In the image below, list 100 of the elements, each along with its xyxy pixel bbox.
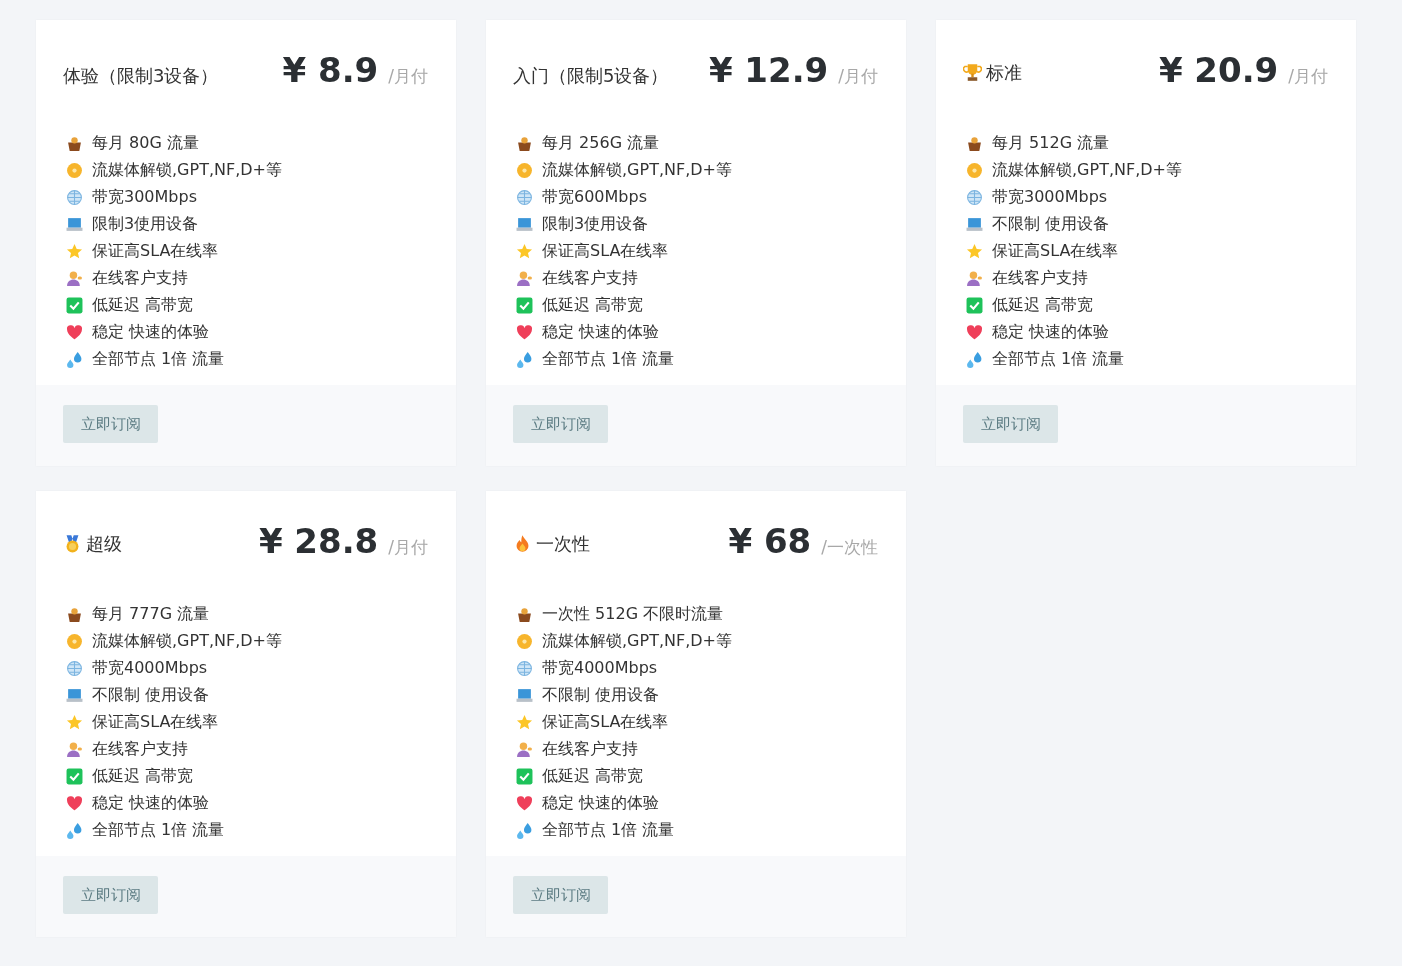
plan-title: 标准 [986,60,1022,85]
person-icon [516,741,533,758]
star-icon [66,714,83,731]
plan-title: 超级 [86,531,122,556]
feature-text: 稳定 快速的体验 [542,322,660,343]
laptop-icon [966,216,983,233]
disc-icon [516,162,533,179]
water-drops-icon [66,822,83,839]
laptop-icon [66,687,83,704]
disc-icon [516,633,533,650]
plan-title: 入门（限制5设备） [513,64,669,88]
basket-icon [516,135,533,152]
check-icon [516,297,533,314]
plan-title: 一次性 [536,531,590,556]
heart-icon [66,795,83,812]
basket-icon [516,606,533,623]
check-icon [66,768,83,785]
check-icon [66,297,83,314]
subscribe-button[interactable]: 立即订阅 [513,405,608,443]
feature-text: 不限制 使用设备 [542,685,660,706]
plan-title: 体验（限制3设备） [63,64,219,88]
feature-text: 流媒体解锁,GPT,NF,D+等 [542,631,732,652]
laptop-icon [516,687,533,704]
feature-text: 低延迟 高带宽 [92,766,194,787]
feature-text: 不限制 使用设备 [92,685,210,706]
feature-text: 全部节点 1倍 流量 [992,349,1125,370]
check-icon [966,297,983,314]
feature-text: 在线客户支持 [542,268,638,289]
plan-price: ¥ 20.9 [1158,50,1279,90]
star-icon [516,714,533,731]
feature-text: 低延迟 高带宽 [992,295,1094,316]
feature-text: 带宽3000Mbps [992,187,1108,208]
feature-text: 带宽4000Mbps [92,658,208,679]
feature-text: 在线客户支持 [542,739,638,760]
feature-text: 保证高SLA在线率 [542,241,669,262]
feature-text: 流媒体解锁,GPT,NF,D+等 [992,160,1182,181]
billing-period: /月付 [388,536,428,559]
water-drops-icon [516,351,533,368]
feature-text: 稳定 快速的体验 [542,793,660,814]
person-icon [966,270,983,287]
heart-icon [66,324,83,341]
subscribe-button[interactable]: 立即订阅 [963,405,1058,443]
feature-text: 保证高SLA在线率 [992,241,1119,262]
subscribe-button[interactable]: 立即订阅 [63,405,158,443]
water-drops-icon [516,822,533,839]
plan-price: ¥ 12.9 [708,50,829,90]
feature-text: 带宽300Mbps [92,187,197,208]
globe-icon [966,189,983,206]
feature-text: 在线客户支持 [92,739,188,760]
billing-period: /月付 [1288,65,1328,88]
feature-text: 不限制 使用设备 [992,214,1110,235]
feature-text: 带宽600Mbps [542,187,647,208]
feature-text: 保证高SLA在线率 [92,712,219,733]
laptop-icon [66,216,83,233]
laptop-icon [516,216,533,233]
billing-period: /月付 [838,65,878,88]
disc-icon [66,633,83,650]
star-icon [66,243,83,260]
billing-period: /一次性 [821,536,878,559]
water-drops-icon [966,351,983,368]
feature-text: 低延迟 高带宽 [542,295,644,316]
star-icon [516,243,533,260]
globe-icon [66,660,83,677]
feature-text: 限制3使用设备 [92,214,199,235]
disc-icon [66,162,83,179]
feature-text: 一次性 512G 不限时流量 [542,604,724,625]
feature-text: 全部节点 1倍 流量 [542,349,675,370]
feature-text: 每月 80G 流量 [92,133,199,154]
heart-icon [516,324,533,341]
star-icon [966,243,983,260]
feature-text: 流媒体解锁,GPT,NF,D+等 [542,160,732,181]
person-icon [66,741,83,758]
feature-text: 保证高SLA在线率 [92,241,219,262]
feature-text: 每月 777G 流量 [92,604,210,625]
globe-icon [516,189,533,206]
feature-text: 低延迟 高带宽 [92,295,194,316]
subscribe-button[interactable]: 立即订阅 [513,876,608,914]
person-icon [66,270,83,287]
feature-text: 流媒体解锁,GPT,NF,D+等 [92,631,282,652]
basket-icon [966,135,983,152]
plan-price: ¥ 8.9 [282,50,379,90]
trophy-icon [963,63,982,82]
feature-text: 全部节点 1倍 流量 [92,349,225,370]
feature-text: 保证高SLA在线率 [542,712,669,733]
heart-icon [966,324,983,341]
heart-icon [516,795,533,812]
feature-text: 带宽4000Mbps [542,658,658,679]
billing-period: /月付 [388,65,428,88]
feature-text: 在线客户支持 [992,268,1088,289]
subscribe-button[interactable]: 立即订阅 [63,876,158,914]
water-drops-icon [66,351,83,368]
feature-text: 稳定 快速的体验 [992,322,1110,343]
feature-text: 低延迟 高带宽 [542,766,644,787]
plan-price: ¥ 68 [728,521,812,561]
feature-text: 稳定 快速的体验 [92,793,210,814]
feature-text: 全部节点 1倍 流量 [92,820,225,841]
globe-icon [516,660,533,677]
plan-price: ¥ 28.8 [258,521,379,561]
feature-text: 限制3使用设备 [542,214,649,235]
feature-text: 每月 256G 流量 [542,133,660,154]
